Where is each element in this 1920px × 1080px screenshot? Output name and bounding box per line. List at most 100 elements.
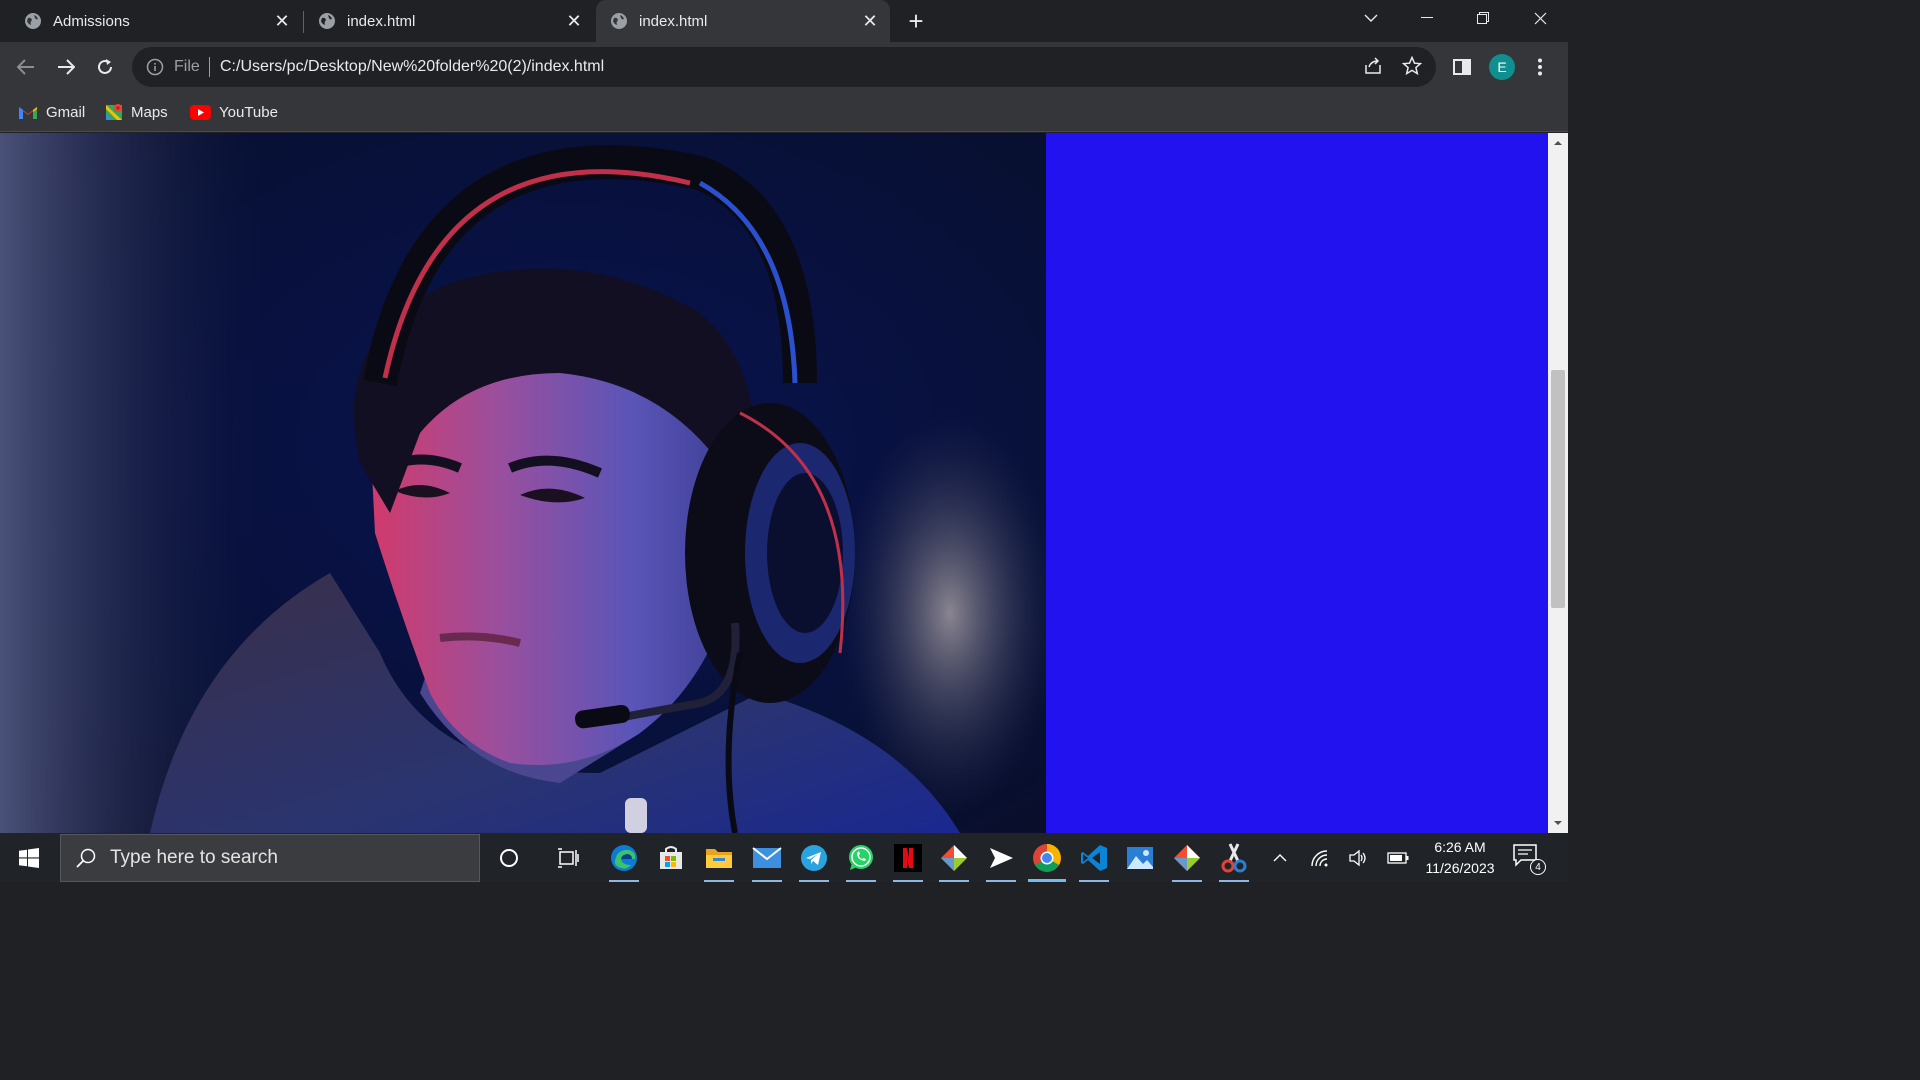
git-app[interactable] (931, 833, 977, 882)
globe-icon (611, 13, 627, 29)
wifi-icon (1311, 849, 1328, 866)
gmail-icon (19, 106, 37, 119)
new-tab-button[interactable]: + (901, 6, 931, 36)
bookmark-youtube[interactable]: YouTube (190, 100, 278, 124)
clock-time: 6:26 AM (1434, 839, 1486, 855)
close-icon[interactable]: ✕ (860, 11, 880, 31)
gamer-headset-photo (0, 133, 1046, 833)
scroll-down-arrow-icon[interactable] (1553, 818, 1563, 828)
reload-button[interactable] (89, 51, 121, 83)
task-view-icon (558, 847, 579, 868)
notification-count-badge: 4 (1530, 859, 1546, 875)
bookmark-label: YouTube (219, 103, 278, 121)
info-icon[interactable] (146, 58, 164, 76)
git-gui-icon (1174, 844, 1200, 871)
whatsapp-icon (849, 844, 873, 870)
bookmarks-bar: Gmail Maps YouTube (0, 92, 1568, 132)
search-icon (76, 848, 96, 868)
scheme-label: File (174, 58, 200, 75)
whatsapp-app[interactable] (838, 833, 884, 882)
restore-button[interactable] (1455, 0, 1511, 36)
speaker-icon (1349, 849, 1366, 866)
tab-admissions[interactable]: Admissions ✕ (0, 0, 302, 42)
file-explorer-icon (706, 848, 732, 868)
snipping-tool-icon (1221, 842, 1247, 872)
youtube-icon (190, 104, 211, 120)
close-icon[interactable]: ✕ (272, 11, 292, 31)
battery-icon (1387, 851, 1409, 864)
bookmark-gmail[interactable]: Gmail (18, 100, 85, 124)
system-clock[interactable]: 6:26 AM 11/26/2023 (1414, 837, 1506, 879)
side-panel-icon[interactable] (1453, 59, 1471, 75)
tab-title: index.html (639, 12, 708, 30)
tab-title: Admissions (53, 12, 130, 30)
git-gui-app[interactable] (1164, 833, 1210, 882)
tab-search-button[interactable] (1343, 0, 1399, 36)
reload-icon (98, 59, 112, 74)
search-placeholder: Type here to search (110, 847, 278, 868)
minimize-button[interactable] (1399, 0, 1455, 36)
scroll-thumb[interactable] (1551, 370, 1565, 608)
photos-app[interactable] (1117, 833, 1163, 882)
scroll-up-arrow-icon[interactable] (1553, 138, 1563, 148)
close-window-button[interactable] (1512, 0, 1568, 36)
snipping-tool-app[interactable] (1211, 833, 1257, 882)
arrow-right-icon (58, 59, 75, 75)
windows-taskbar: Type here to search 6:26 AM 11/26/2023 4 (0, 833, 1568, 882)
file-explorer-app[interactable] (696, 833, 742, 882)
bookmark-label: Maps (131, 103, 168, 121)
back-button[interactable] (10, 51, 42, 83)
minimize-icon (1421, 17, 1433, 18)
taskbar-search-box[interactable]: Type here to search (60, 834, 480, 882)
network-button[interactable] (1306, 833, 1334, 882)
vscode-icon (1081, 844, 1107, 871)
more-menu-icon[interactable] (1537, 58, 1543, 76)
volume-button[interactable] (1344, 833, 1372, 882)
start-button[interactable] (0, 833, 58, 882)
telegram-app[interactable] (791, 833, 837, 882)
tab-index-active[interactable]: index.html ✕ (596, 0, 890, 42)
page-viewport (0, 133, 1548, 833)
store-app[interactable] (648, 833, 694, 882)
bookmark-maps[interactable]: Maps (105, 100, 168, 124)
chevron-down-icon (1364, 14, 1378, 22)
blue-color-panel (1046, 133, 1548, 833)
netflix-app[interactable] (885, 833, 931, 882)
edge-app[interactable] (601, 833, 647, 882)
share-icon[interactable] (1363, 56, 1383, 76)
git-icon (941, 844, 967, 871)
windows-logo-icon (19, 847, 39, 868)
close-icon[interactable]: ✕ (564, 11, 584, 31)
media-player-icon (990, 847, 1013, 868)
vertical-scrollbar[interactable] (1548, 133, 1568, 833)
tab-index-1[interactable]: index.html ✕ (304, 0, 594, 42)
globe-icon (25, 13, 41, 29)
chrome-icon (1033, 843, 1061, 872)
mail-app[interactable] (744, 833, 790, 882)
profile-avatar[interactable]: E (1489, 54, 1515, 80)
show-hidden-icons-button[interactable] (1268, 833, 1292, 882)
cortana-button[interactable] (486, 833, 532, 882)
hero-photo (0, 133, 1046, 833)
photos-icon (1127, 846, 1153, 869)
edge-icon (611, 844, 637, 871)
close-icon (1534, 12, 1546, 24)
maps-icon (106, 104, 122, 120)
store-icon (660, 845, 682, 869)
mail-icon (752, 846, 782, 868)
battery-button[interactable] (1384, 833, 1412, 882)
arrow-left-icon (17, 59, 34, 75)
media-player-app[interactable] (978, 833, 1024, 882)
tab-strip: Admissions ✕ index.html ✕ index.html ✕ + (0, 0, 1568, 42)
browser-toolbar: File C:/Users/pc/Desktop/New%20folder%20… (0, 42, 1568, 92)
address-bar[interactable]: File C:/Users/pc/Desktop/New%20folder%20… (132, 47, 1436, 87)
task-view-button[interactable] (545, 833, 591, 882)
netflix-icon (894, 843, 922, 872)
vscode-app[interactable] (1071, 833, 1117, 882)
tab-title: index.html (347, 12, 416, 30)
restore-icon (1477, 12, 1489, 24)
star-icon[interactable] (1402, 56, 1422, 76)
chrome-app[interactable] (1024, 833, 1070, 882)
url-text[interactable]: C:/Users/pc/Desktop/New%20folder%20(2)/i… (220, 58, 604, 76)
forward-button[interactable] (50, 51, 82, 83)
